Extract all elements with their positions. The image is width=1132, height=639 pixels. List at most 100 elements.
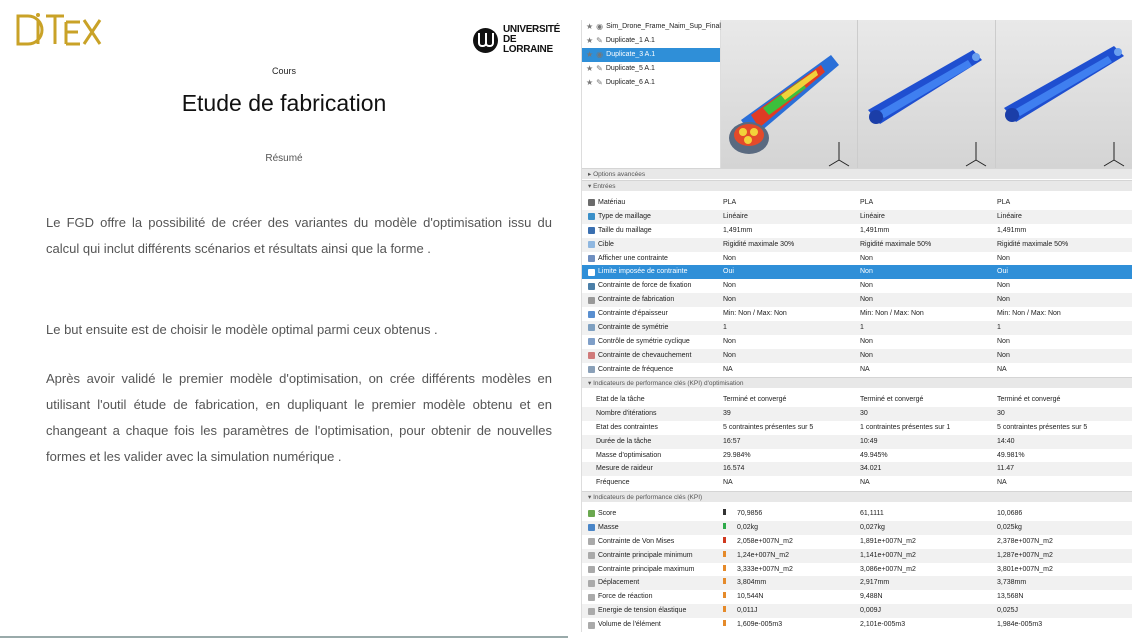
section-kpi[interactable]: ▾ Indicateurs de performance clés (KPI) <box>582 491 1132 502</box>
table-row[interactable]: Contrainte principale maximum 3,333e+007N… <box>582 563 1132 577</box>
tree-item[interactable]: ★ ◉ Sim_Drone_Frame_Naim_Sup_Final_2 <box>582 20 729 34</box>
row-value: 13,568N <box>997 593 1024 601</box>
course-label: Cours <box>271 66 296 76</box>
row-value-cell: 1 <box>723 321 860 335</box>
row-label: Mesure de raideur <box>596 465 653 473</box>
row-value-cell: Non <box>997 279 1132 293</box>
row-value-cell: Rigidité maximale 30% <box>723 238 860 252</box>
row-value: 1,491mm <box>860 226 890 234</box>
row-icon <box>588 566 595 573</box>
table-row[interactable]: Mesure de raideur 16.574 34.021 11.47 <box>582 462 1132 477</box>
table-row[interactable]: Taille du maillage 1,491mm 1,491mm 1,491mm <box>582 224 1132 238</box>
table-row[interactable]: Cible Rigidité maximale 30% Rigidité maxim… <box>582 237 1132 252</box>
row-value-cell: Rigidité maximale 50% <box>860 238 997 252</box>
table-row[interactable]: Contrainte de fréquence NA NA NA <box>582 363 1132 377</box>
table-row[interactable]: Contrainte de fabrication Non Non Non <box>582 293 1132 308</box>
table-row[interactable]: Fréquence NA NA NA <box>582 476 1132 490</box>
table-row[interactable]: Contrainte de chevauchement Non Non Non <box>582 348 1132 363</box>
row-value: 34.021 <box>860 465 882 473</box>
row-value: NA <box>723 479 733 487</box>
row-label-cell: Contrainte de symétrie <box>582 321 723 335</box>
row-label-cell: Etat de la tâche <box>582 393 723 407</box>
row-value: 30 <box>997 409 1005 417</box>
tree-item[interactable]: ★ ◉ Duplicate_3 A.1 <box>582 48 720 62</box>
row-value: 2,378e+007N_m2 <box>997 537 1053 545</box>
row-label-cell: Nombre d'itérations <box>582 407 723 421</box>
variant-thumbnail[interactable] <box>858 20 996 168</box>
kpi-optimisation-table: Etat de la tâche Terminé et convergé Termi… <box>582 393 1132 490</box>
row-value: Non <box>723 351 736 359</box>
table-row[interactable]: Contrainte d'épaisseur Min: Non / Max: No… <box>582 307 1132 321</box>
table-row[interactable]: Durée de la tâche 16:57 10:49 14:40 <box>582 434 1132 449</box>
section-kpi-optimisation[interactable]: ▾ Indicateurs de performance clés (KPI) … <box>582 377 1132 388</box>
row-value: Non <box>860 337 873 345</box>
row-value: 29.984% <box>723 451 751 459</box>
table-row[interactable]: Contrôle de symétrie cyclique Non Non Non <box>582 335 1132 349</box>
row-value: Non <box>860 268 873 276</box>
row-value-cell: 39 <box>723 407 860 421</box>
row-value-cell: Non <box>860 293 997 307</box>
tree-item[interactable]: ★ ✎ Duplicate_1 A.1 <box>582 34 720 48</box>
row-value-cell: 5 contraintes présentes sur 5 <box>723 421 860 435</box>
row-value: 1 contraintes présentes sur 1 <box>860 423 951 431</box>
row-value-cell: 3,333e+007N_m2 <box>723 563 860 577</box>
table-row[interactable]: Etat des contraintes 5 contraintes présen… <box>582 421 1132 435</box>
kpi-table: Score 70,9856 61,1111 10,0686 Masse 0,02kg 0,0… <box>582 507 1132 632</box>
table-row[interactable]: Contrainte de Von Mises 2,058e+007N_m2 1,8… <box>582 535 1132 549</box>
row-label-cell: Etat des contraintes <box>582 421 723 435</box>
table-row[interactable]: Déplacement 3,804mm 2,917mm 3,738mm <box>582 576 1132 591</box>
row-label: Matériau <box>598 199 626 206</box>
row-icon <box>588 199 595 207</box>
tree-item[interactable]: ★ ✎ Duplicate_5 A.1 <box>582 62 720 76</box>
table-row[interactable]: Nombre d'itérations 39 30 30 <box>582 406 1132 421</box>
tree-item[interactable]: ★ ✎ Duplicate_6 A.1 <box>582 76 720 90</box>
table-row[interactable]: Contrainte principale minimum 1,24e+007N_… <box>582 548 1132 563</box>
row-value: NA <box>860 365 870 373</box>
paragraph-method: Après avoir validé le premier modèle d'o… <box>46 371 552 464</box>
variant-thumbnail[interactable] <box>721 20 859 168</box>
row-value: Non <box>860 282 873 290</box>
section-advanced-options[interactable]: ▸ Options avancées <box>582 168 1132 179</box>
row-label: Contrainte de chevauchement <box>598 351 692 359</box>
table-row[interactable]: Masse 0,02kg 0,027kg 0,025kg <box>582 520 1132 535</box>
star-icon: ★ <box>586 64 594 73</box>
row-label-cell: Mesure de raideur <box>582 462 723 476</box>
row-value: Non <box>997 282 1010 290</box>
table-row[interactable]: Type de maillage Linéaire Linéaire Linéaire <box>582 209 1132 224</box>
row-value-cell: Terminé et convergé <box>997 393 1132 407</box>
table-row[interactable]: Force de réaction 10,544N 9,488N 13,568N <box>582 590 1132 604</box>
row-value: 1,609e-005m3 <box>737 621 783 629</box>
row-value-cell: 16.574 <box>723 462 860 476</box>
row-label: Contrainte de symétrie <box>598 324 669 332</box>
section-inputs[interactable]: ▾ Entrées <box>582 180 1132 191</box>
row-value-cell: 16:57 <box>723 435 860 449</box>
table-row[interactable]: Contrainte de symétrie 1 1 1 <box>582 321 1132 335</box>
table-row[interactable]: Energie de tension élastique 0,011J 0,009J… <box>582 604 1132 619</box>
table-row[interactable]: Score 70,9856 61,1111 10,0686 <box>582 507 1132 521</box>
row-icon <box>588 310 595 318</box>
row-label: Cible <box>598 240 614 248</box>
table-row[interactable]: Limite imposée de contrainte Oui Non Oui <box>582 265 1132 280</box>
star-icon: ★ <box>586 50 594 59</box>
row-value-cell: 49.981% <box>997 449 1132 463</box>
row-value: 3,086e+007N_m2 <box>860 565 916 573</box>
table-row[interactable]: Etat de la tâche Terminé et convergé Termi… <box>582 393 1132 407</box>
pin-icon: ✎ <box>596 78 603 87</box>
variant-thumbnail[interactable] <box>995 20 1132 168</box>
row-value: 1 <box>860 324 864 332</box>
table-row[interactable]: Contrainte de force de fixation Non Non Non <box>582 279 1132 293</box>
row-icon <box>588 607 595 615</box>
row-value: 16.574 <box>723 465 745 473</box>
table-row[interactable]: Volume de l'élément 1,609e-005m3 2,101e-00… <box>582 618 1132 632</box>
table-row[interactable]: Afficher une contrainte Non Non Non <box>582 252 1132 266</box>
trend-marker-icon <box>723 522 734 529</box>
row-value-cell: 1,491mm <box>860 224 997 238</box>
row-value: NA <box>860 479 870 487</box>
table-row[interactable]: Masse d'optimisation 29.984% 49.945% 49.981… <box>582 449 1132 463</box>
row-value: 5 contraintes présentes sur 5 <box>997 423 1088 431</box>
row-value: 3,804mm <box>737 579 767 587</box>
table-row[interactable]: Matériau PLA PLA PLA <box>582 196 1132 210</box>
row-label: Fréquence <box>596 479 630 487</box>
row-label: Contrôle de symétrie cyclique <box>598 337 690 345</box>
star-icon: ★ <box>586 78 594 87</box>
